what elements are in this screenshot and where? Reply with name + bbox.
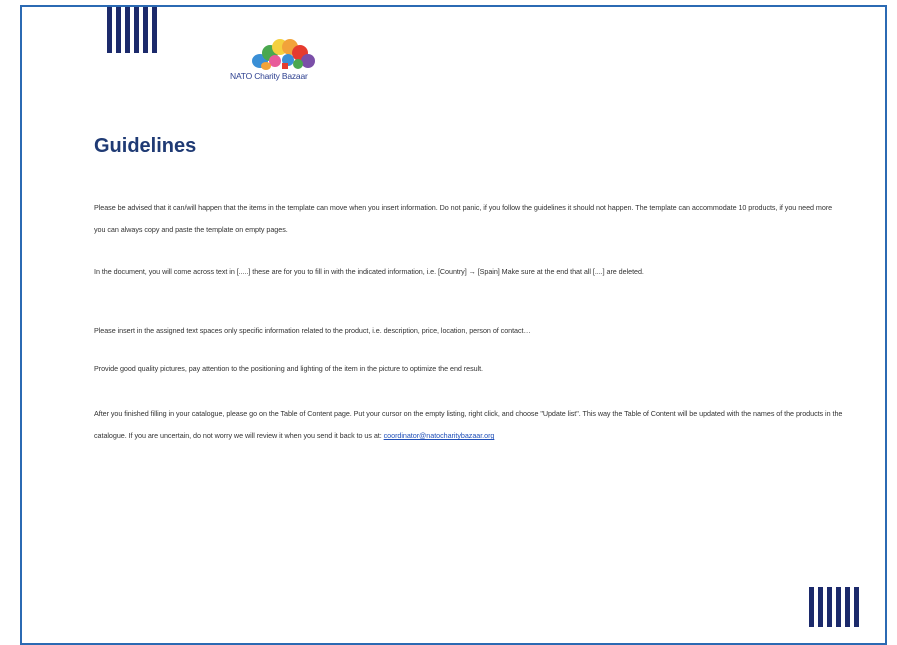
guideline-paragraph-4: Provide good quality pictures, pay atten… — [94, 364, 484, 373]
bar-stripe — [836, 587, 841, 627]
bar-stripe — [143, 7, 148, 53]
page-title: Guidelines — [94, 135, 197, 157]
bottom-barcode-decoration — [809, 587, 859, 627]
bar-stripe — [818, 587, 823, 627]
bar-stripe — [845, 587, 850, 627]
bar-stripe — [827, 587, 832, 627]
bar-stripe — [125, 7, 130, 53]
guideline-paragraph-5: After you finished filling in your catal… — [94, 403, 844, 447]
guideline-paragraph-2: In the document, you will come across te… — [94, 267, 644, 276]
top-barcode-decoration — [107, 7, 157, 53]
document-page: NATO Charity Bazaar Guidelines Please be… — [20, 5, 887, 645]
bar-stripe — [116, 7, 121, 53]
guideline-paragraph-3: Please insert in the assigned text space… — [94, 326, 531, 335]
bar-stripe — [134, 7, 139, 53]
logo-text: NATO Charity Bazaar — [230, 71, 308, 81]
logo-hands-icon — [252, 39, 315, 70]
nato-charity-bazaar-logo: NATO Charity Bazaar — [230, 33, 330, 81]
bar-stripe — [854, 587, 859, 627]
bar-stripe — [152, 7, 157, 53]
guideline-paragraph-1: Please be advised that it can/will happe… — [94, 203, 833, 234]
bar-stripe — [107, 7, 112, 53]
bar-stripe — [809, 587, 814, 627]
coordinator-email-link[interactable]: coordinator@natocharitybazaar.org — [384, 431, 495, 440]
